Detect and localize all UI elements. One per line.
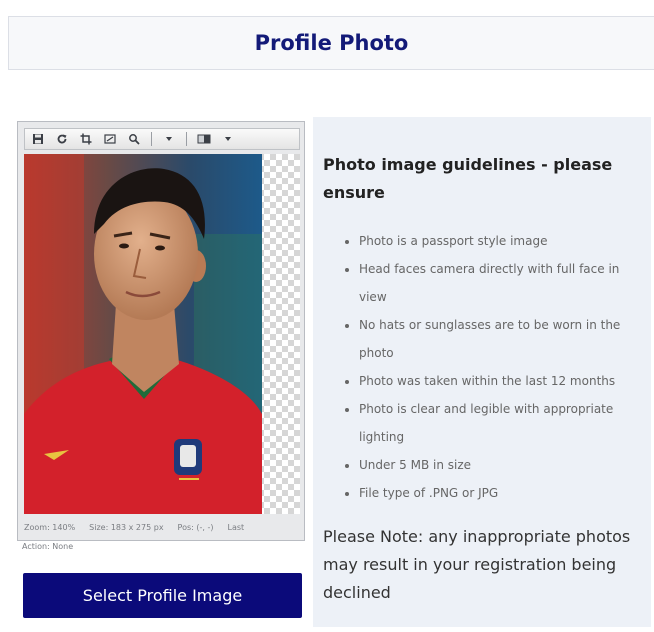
image-canvas[interactable] — [24, 154, 300, 514]
list-item: Head faces camera directly with full fac… — [359, 255, 629, 311]
zoom-readout: Zoom: 140% — [24, 522, 76, 532]
list-item: Photo is a passport style image — [359, 227, 629, 255]
profile-photo — [24, 154, 262, 514]
page-header: Profile Photo — [8, 16, 654, 70]
image-editor: Zoom: 140% Size: 183 x 275 px Pos: (-, -… — [17, 121, 305, 541]
zoom-icon[interactable] — [127, 132, 141, 146]
guidelines-list: Photo is a passport style image Head fac… — [323, 227, 641, 507]
guidelines-title: Photo image guidelines - please ensure — [323, 155, 613, 202]
profile-photo-page: Profile Photo Zoom: 140% Size: 183 x 275… — [0, 0, 654, 632]
list-item: File type of .PNG or JPG — [359, 479, 629, 507]
action-status: Action: None — [22, 542, 74, 551]
position-readout: Pos: (-, -) — [177, 522, 214, 532]
resize-icon[interactable] — [103, 132, 117, 146]
list-item: Photo is clear and legible with appropri… — [359, 395, 629, 451]
photo-guidelines-panel: Photo image guidelines - please ensure P… — [313, 117, 651, 627]
select-profile-image-button[interactable]: Select Profile Image — [23, 573, 302, 618]
toolbar-divider — [186, 132, 187, 146]
editor-toolbar — [24, 128, 300, 150]
dropdown-arrow-icon[interactable] — [162, 132, 176, 146]
editor-statusbar: Zoom: 140% Size: 183 x 275 px Pos: (-, -… — [24, 518, 300, 536]
list-item: Photo was taken within the last 12 month… — [359, 367, 629, 395]
list-item: No hats or sunglasses are to be worn in … — [359, 311, 629, 367]
crop-icon[interactable] — [79, 132, 93, 146]
size-readout: Size: 183 x 275 px — [89, 522, 164, 532]
page-title: Profile Photo — [254, 31, 409, 55]
save-icon[interactable] — [31, 132, 45, 146]
list-item: Under 5 MB in size — [359, 451, 629, 479]
dropdown-arrow-icon[interactable] — [221, 132, 235, 146]
last-readout: Last — [227, 522, 245, 532]
layers-icon[interactable] — [197, 132, 211, 146]
rotate-icon[interactable] — [55, 132, 69, 146]
toolbar-divider — [151, 132, 152, 146]
inappropriate-photos-note: Please Note: any inappropriate photos ma… — [323, 527, 631, 602]
